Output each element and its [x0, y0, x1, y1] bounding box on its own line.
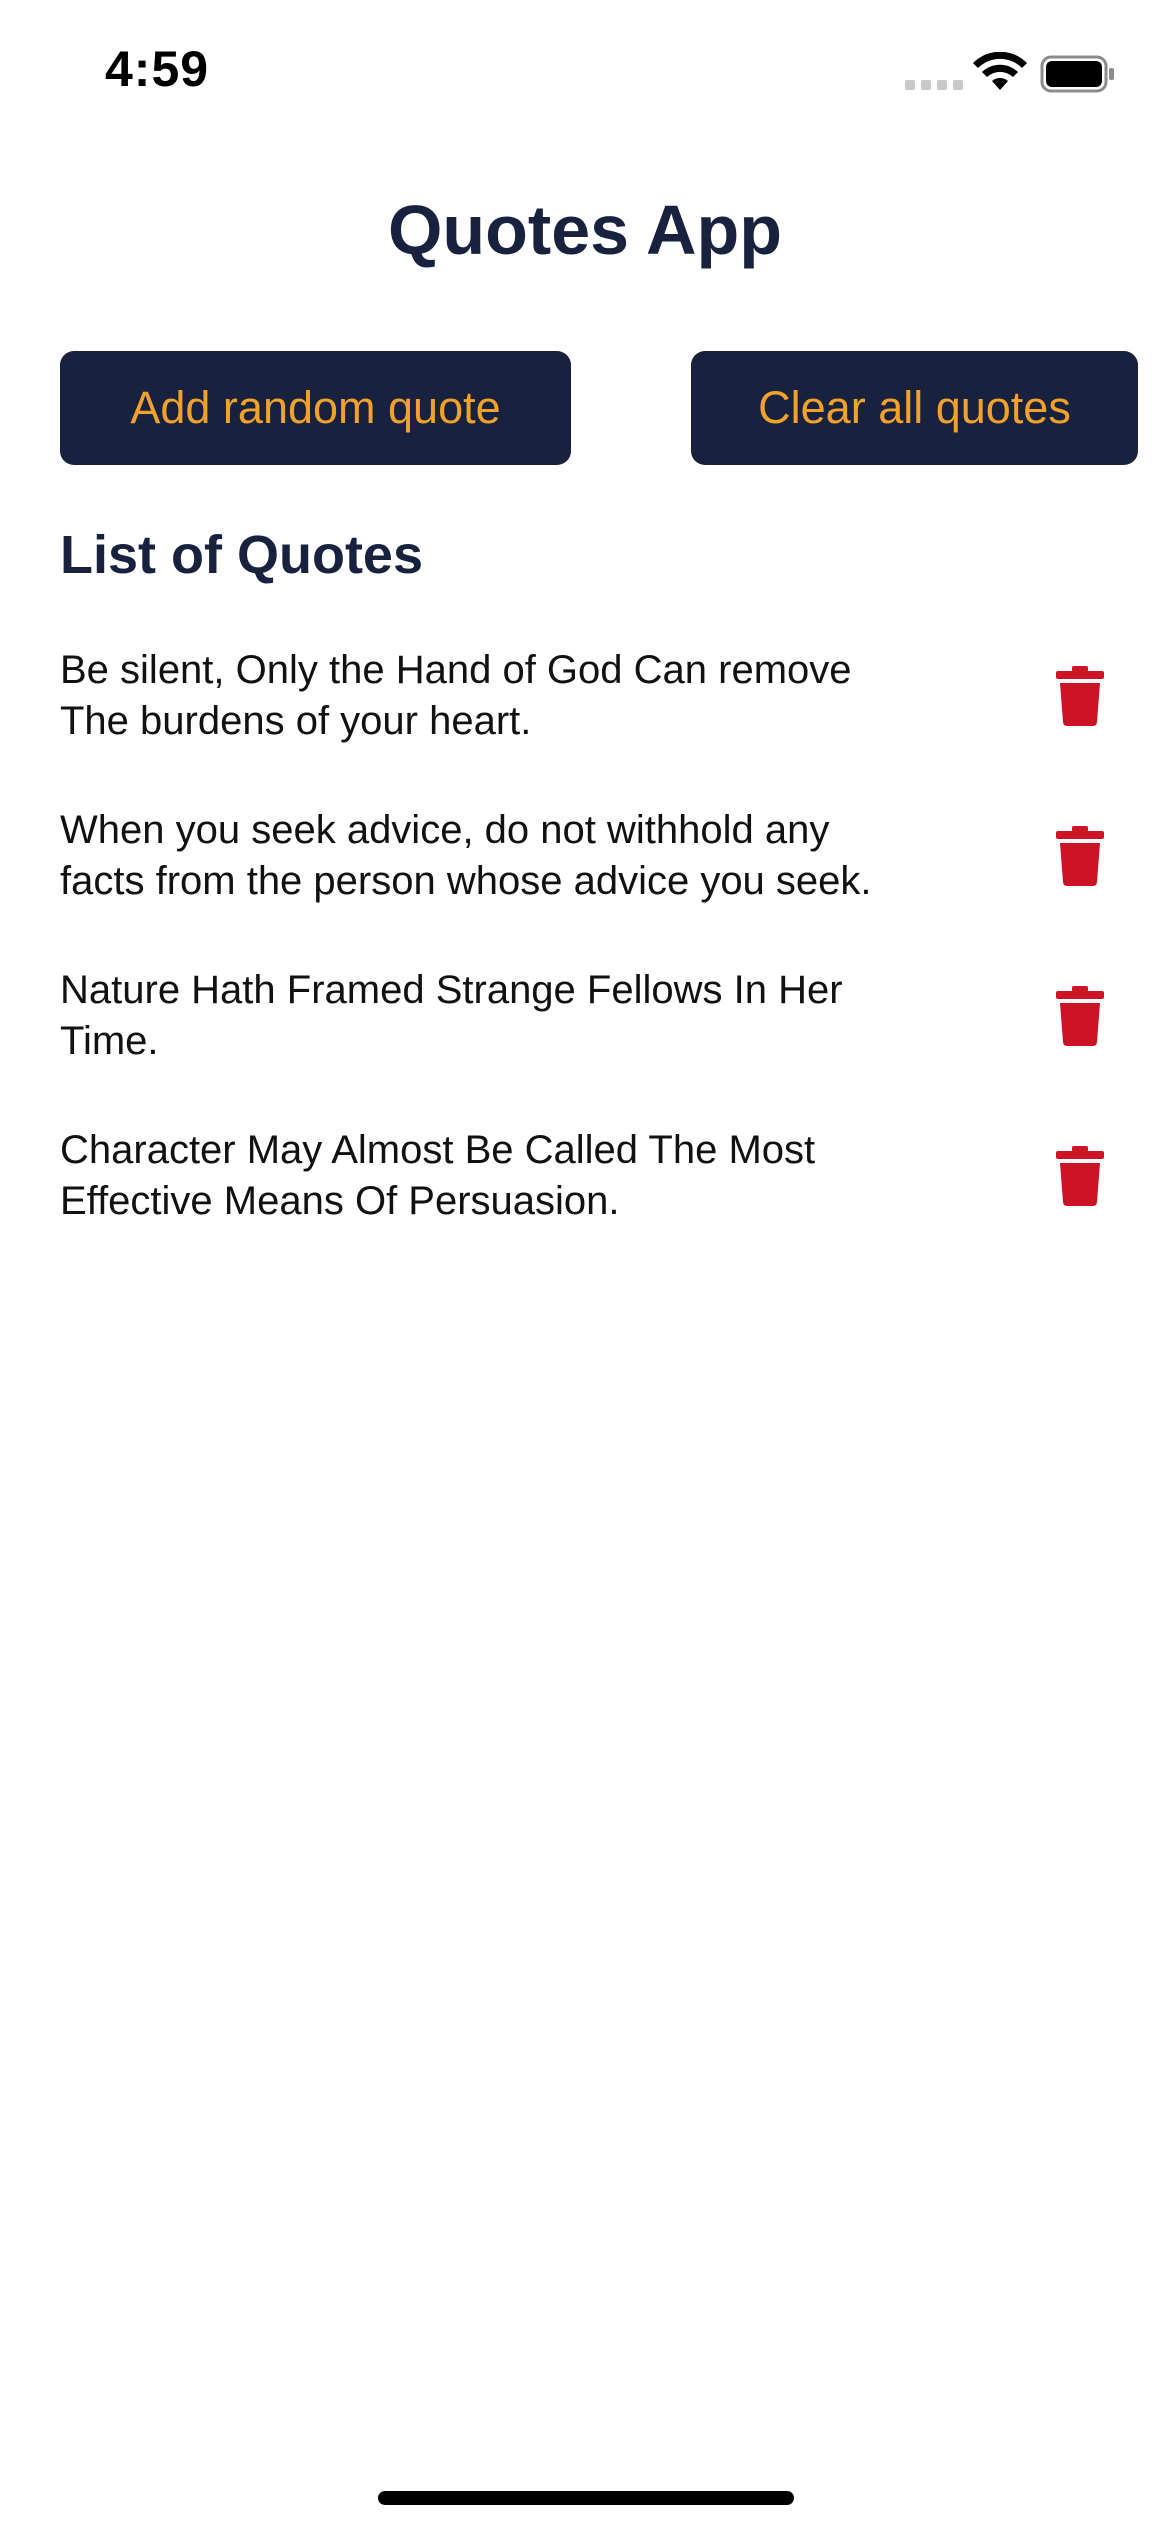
list-heading: List of Quotes [60, 525, 423, 585]
quote-list: Be silent, Only the Hand of God Can remo… [60, 645, 1140, 1285]
list-item: Character May Almost Be Called The Most … [60, 1125, 1140, 1227]
quote-text: Character May Almost Be Called The Most … [60, 1128, 816, 1223]
delete-quote-button[interactable] [1040, 816, 1120, 896]
cellular-signal-icon [905, 80, 963, 90]
add-random-quote-button[interactable]: Add random quote [60, 351, 571, 465]
list-item: Nature Hath Framed Strange Fellows In He… [60, 965, 1140, 1067]
trash-icon [1056, 986, 1104, 1046]
quote-text: When you seek advice, do not withhold an… [60, 808, 872, 903]
status-time: 4:59 [105, 41, 210, 97]
list-item: When you seek advice, do not withhold an… [60, 805, 1140, 907]
quote-text: Be silent, Only the Hand of God Can remo… [60, 648, 852, 743]
trash-icon [1056, 666, 1104, 726]
wifi-icon [973, 52, 1027, 90]
battery-icon [1040, 55, 1114, 93]
home-indicator[interactable] [378, 2491, 794, 2505]
page-title: Quotes App [387, 191, 783, 269]
delete-quote-button[interactable] [1040, 976, 1120, 1056]
trash-icon [1056, 826, 1104, 886]
delete-quote-button[interactable] [1040, 1136, 1120, 1216]
delete-quote-button[interactable] [1040, 656, 1120, 736]
status-bar: 4:59 [0, 0, 1170, 150]
quote-text: Nature Hath Framed Strange Fellows In He… [60, 968, 843, 1063]
trash-icon [1056, 1146, 1104, 1206]
list-item: Be silent, Only the Hand of God Can remo… [60, 645, 1140, 747]
clear-all-quotes-button[interactable]: Clear all quotes [691, 351, 1138, 465]
